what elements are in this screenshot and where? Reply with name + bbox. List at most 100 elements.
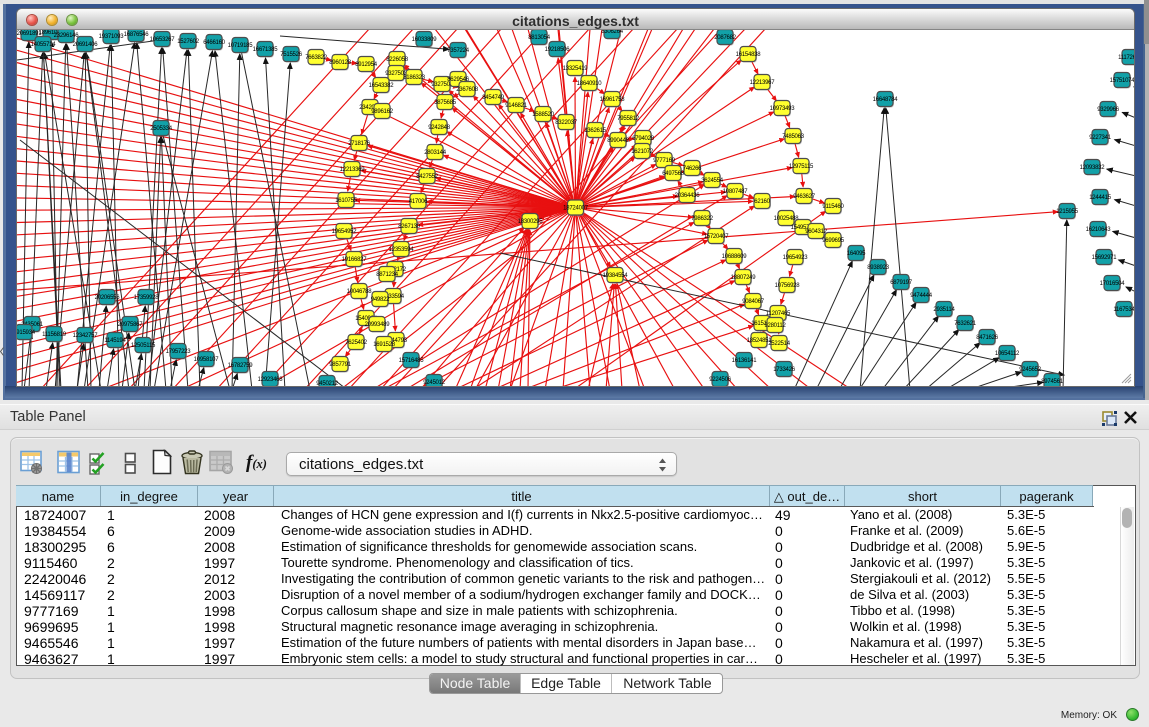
svg-text:14055714: 14055714 [31,42,57,48]
svg-text:1167534: 1167534 [1113,307,1134,313]
svg-text:15720407: 15720407 [704,234,730,240]
svg-text:10756928: 10756928 [775,283,801,289]
svg-text:16648784: 16648784 [873,97,899,103]
svg-text:16876546: 16876546 [124,32,150,38]
svg-text:17016504: 17016504 [1100,281,1126,287]
svg-text:11207465: 11207465 [766,311,791,317]
svg-text:23296146: 23296146 [54,33,80,39]
svg-text:16210643: 16210643 [1086,227,1112,233]
svg-text:13325419: 13325419 [563,66,589,72]
svg-text:20691406: 20691406 [73,42,99,48]
svg-text:9604312: 9604312 [805,229,828,235]
svg-text:16961758: 16961758 [600,97,626,103]
svg-text:9242848: 9242848 [428,125,451,131]
svg-text:16782759: 16782759 [228,363,254,369]
svg-text:2803144: 2803144 [424,150,447,156]
svg-text:417006: 417006 [409,199,428,205]
svg-text:18724007: 18724007 [563,206,589,212]
svg-text:12505115: 12505115 [131,343,156,349]
svg-text:1215955: 1215955 [1056,209,1079,215]
svg-text:10046788: 10046788 [347,289,373,295]
svg-text:8912954: 8912954 [355,62,378,68]
svg-text:12353594: 12353594 [389,247,415,253]
svg-text:8871234: 8871234 [376,272,399,278]
svg-text:2367608: 2367608 [456,87,479,93]
svg-text:11172634: 11172634 [1118,55,1134,61]
svg-text:7485063: 7485063 [782,134,805,140]
svg-text:10973493: 10973493 [770,106,796,112]
svg-text:1691528: 1691528 [373,342,396,348]
svg-text:8306264: 8306264 [601,30,624,35]
svg-text:20993489: 20993489 [365,322,391,328]
svg-text:10654112: 10654112 [995,351,1020,357]
svg-text:7357224: 7357224 [447,48,470,54]
svg-text:12093832: 12093832 [1080,165,1106,171]
svg-text:9857791: 9857791 [329,362,352,368]
svg-text:8960128: 8960128 [329,60,352,66]
svg-text:9224506: 9224506 [709,377,732,383]
svg-text:10807487: 10807487 [723,189,749,195]
svg-text:1244415: 1244415 [1089,195,1112,201]
svg-text:8990448: 8990448 [607,138,630,144]
svg-text:746266: 746266 [683,166,702,172]
svg-text:19654923: 19654923 [783,255,809,261]
svg-text:16154838: 16154838 [736,52,762,58]
svg-text:6497568: 6497568 [662,171,685,177]
svg-text:7515526: 7515526 [280,52,303,58]
svg-text:6466160: 6466160 [203,40,226,46]
svg-text:3624554: 3624554 [701,178,724,184]
svg-text:18300295: 18300295 [518,219,544,225]
svg-text:8454749: 8454749 [482,95,505,101]
svg-text:9329966: 9329966 [1097,107,1120,113]
svg-text:8186323: 8186323 [403,75,426,81]
svg-text:8938923: 8938923 [867,265,890,271]
svg-text:9245012: 9245012 [423,380,446,386]
svg-text:19218506: 19218506 [545,47,571,53]
svg-text:16033809: 16033809 [412,37,438,43]
svg-text:1733426: 1733426 [773,367,796,373]
svg-text:16136141: 16136141 [732,358,758,364]
svg-text:1588520: 1588520 [532,112,555,118]
svg-text:19384554: 19384554 [603,273,629,279]
svg-text:8974561: 8974561 [1041,379,1064,385]
svg-text:12213967: 12213967 [750,80,776,86]
svg-text:19371093: 19371093 [99,34,125,40]
svg-text:17359928: 17359928 [134,295,160,301]
svg-text:9474444: 9474444 [910,293,933,299]
svg-text:2522514: 2522514 [768,341,791,347]
svg-text:2087682: 2087682 [714,35,737,41]
svg-text:9084067: 9084067 [742,299,765,305]
svg-text:7955812: 7955812 [617,116,640,122]
svg-text:1527602: 1527602 [177,39,200,45]
svg-text:9450212: 9450212 [316,381,339,386]
svg-text:12342757: 12342757 [73,333,99,339]
svg-text:9245652: 9245652 [1019,367,1042,373]
svg-text:949822: 949822 [371,297,390,303]
svg-text:3915934: 3915934 [17,330,36,336]
svg-text:3875685: 3875685 [434,100,457,106]
svg-text:12975115: 12975115 [789,164,814,170]
svg-text:9227341: 9227341 [1089,135,1112,141]
svg-text:18640910: 18640910 [577,81,603,87]
svg-text:2505334: 2505334 [150,126,173,132]
svg-text:7986322: 7986322 [691,216,714,222]
svg-text:6879197: 6879197 [890,280,913,286]
svg-text:12213369: 12213369 [340,167,366,173]
svg-text:9115460: 9115460 [822,204,844,210]
svg-text:9146821: 9146821 [505,103,528,109]
svg-text:62160: 62160 [754,199,770,205]
svg-text:1145194: 1145194 [104,338,126,344]
svg-text:9896162: 9896162 [371,109,394,115]
svg-text:16671385: 16671385 [253,47,279,53]
svg-text:8427552: 8427552 [416,174,439,180]
svg-text:8226058: 8226058 [386,57,409,63]
svg-text:9280112: 9280112 [764,323,786,329]
svg-text:164095: 164095 [847,251,866,257]
svg-text:11156819: 11156819 [42,332,67,338]
svg-text:15751074: 15751074 [1110,78,1134,84]
svg-text:8471626: 8471626 [976,335,999,341]
svg-text:1610755: 1610755 [335,198,358,204]
svg-text:15716485: 15716485 [399,358,425,364]
svg-text:16543382: 16543382 [369,83,395,89]
svg-text:15692971: 15692971 [1092,255,1118,261]
